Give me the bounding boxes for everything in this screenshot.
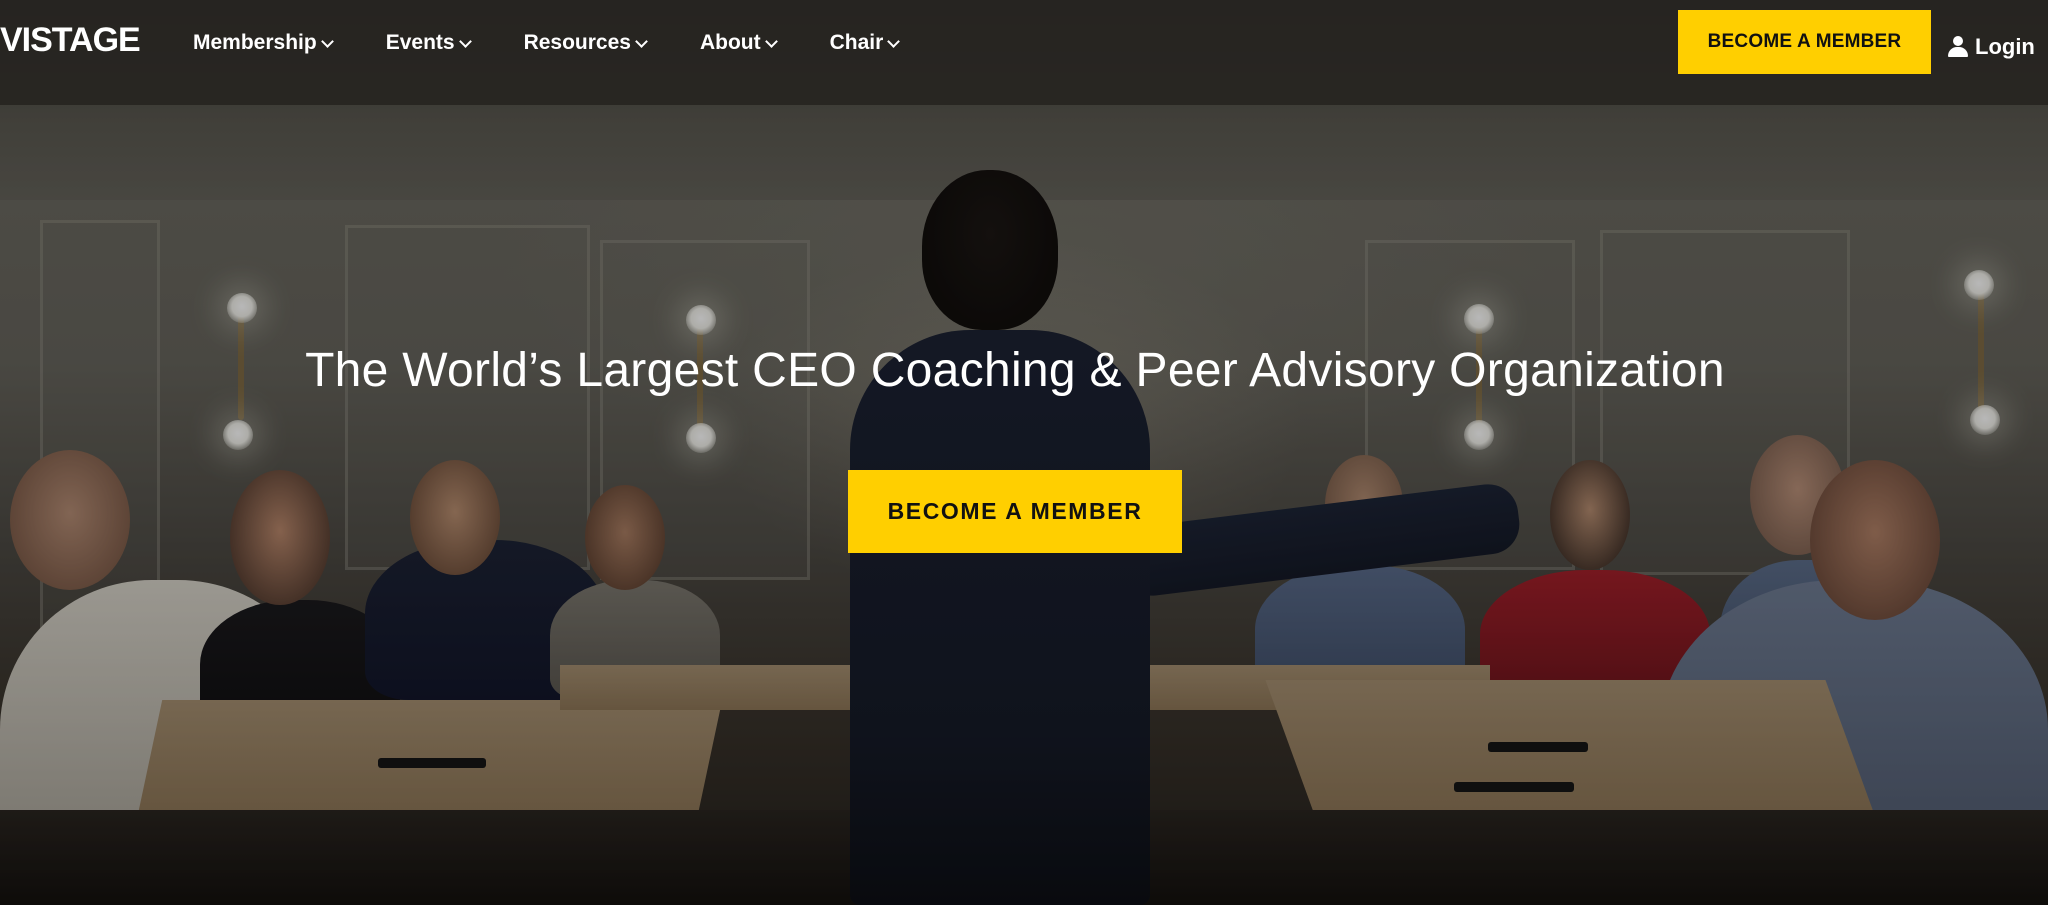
nav-item-label: About bbox=[699, 31, 761, 54]
become-a-member-header-button[interactable]: BECOME A MEMBER bbox=[1678, 10, 1931, 74]
vistage-logo[interactable]: VISTAGE bbox=[0, 20, 141, 60]
nav-item-label: Membership bbox=[193, 31, 317, 54]
hero-title: The World’s Largest CEO Coaching & Peer … bbox=[305, 344, 1725, 397]
chevron-down-icon bbox=[458, 34, 472, 48]
nav-item-label: Events bbox=[385, 31, 455, 54]
nav-item-events[interactable]: Events bbox=[385, 31, 472, 55]
hero-dark-overlay bbox=[0, 0, 2048, 905]
main-nav: Membership Events Resources About Chair bbox=[193, 27, 952, 59]
become-a-member-hero-button[interactable]: BECOME A MEMBER bbox=[848, 470, 1182, 553]
site-header: VISTAGE Membership Events Resources Abou… bbox=[0, 0, 2048, 105]
nav-item-label: Resources bbox=[523, 31, 631, 54]
chevron-down-icon bbox=[764, 34, 778, 48]
nav-item-resources[interactable]: Resources bbox=[523, 31, 648, 55]
nav-item-membership[interactable]: Membership bbox=[193, 31, 334, 55]
login-link[interactable]: Login bbox=[1948, 30, 2035, 64]
chevron-down-icon bbox=[887, 34, 901, 48]
nav-item-chair[interactable]: Chair bbox=[829, 31, 901, 55]
hero-background-image bbox=[0, 0, 2048, 905]
login-label: Login bbox=[1975, 34, 2035, 59]
user-icon bbox=[1948, 36, 1968, 58]
chevron-down-icon bbox=[320, 34, 334, 48]
nav-item-about[interactable]: About bbox=[699, 31, 778, 55]
nav-item-label: Chair bbox=[829, 31, 884, 54]
chevron-down-icon bbox=[635, 34, 648, 48]
